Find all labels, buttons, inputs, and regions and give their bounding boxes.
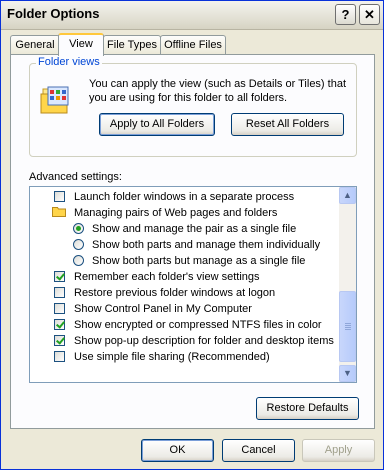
checkbox[interactable] xyxy=(54,319,65,330)
folder-views-icon xyxy=(40,86,69,114)
scroll-up-arrow-icon[interactable]: ▲ xyxy=(339,187,356,204)
restore-defaults-button[interactable]: Restore Defaults xyxy=(256,397,359,420)
tab-file-types[interactable]: File Types xyxy=(103,35,161,54)
checkbox[interactable] xyxy=(54,351,65,362)
radio-button[interactable] xyxy=(73,255,84,266)
window-title: Folder Options xyxy=(7,6,100,21)
help-button[interactable]: ? xyxy=(335,4,356,25)
list-item-label: Show Control Panel in My Computer xyxy=(74,303,252,315)
tab-view[interactable]: View xyxy=(58,33,104,56)
vertical-scrollbar[interactable]: ▲ ▼ xyxy=(339,187,356,382)
list-item-label: Show both parts but manage as a single f… xyxy=(92,255,306,267)
list-item-label: Show pop-up description for folder and d… xyxy=(74,335,334,347)
list-item-label: Managing pairs of Web pages and folders xyxy=(74,207,278,219)
apply-button[interactable]: Apply xyxy=(302,439,375,462)
reset-all-folders-button[interactable]: Reset All Folders xyxy=(231,113,344,136)
apply-to-all-folders-button[interactable]: Apply to All Folders xyxy=(99,113,215,136)
checkbox[interactable] xyxy=(54,271,65,282)
cancel-button[interactable]: Cancel xyxy=(222,439,295,462)
radio-button[interactable] xyxy=(73,239,84,250)
checkbox[interactable] xyxy=(54,335,65,346)
view-tab-panel: Folder views You can apply the view (suc… xyxy=(10,54,375,429)
folder-icon xyxy=(52,207,66,217)
folder-views-description: You can apply the view (such as Details … xyxy=(89,78,347,104)
list-item-label: Show and manage the pair as a single fil… xyxy=(92,223,297,235)
list-item-label: Use simple file sharing (Recommended) xyxy=(74,351,270,363)
advanced-settings-list[interactable]: Launch folder windows in a separate proc… xyxy=(29,186,357,383)
close-button[interactable]: ✕ xyxy=(359,4,380,25)
advanced-settings-label: Advanced settings: xyxy=(29,171,122,183)
grip-line xyxy=(345,329,351,330)
tab-general[interactable]: General xyxy=(10,35,60,54)
scrollbar-thumb[interactable] xyxy=(339,291,356,362)
list-item-label: Launch folder windows in a separate proc… xyxy=(74,191,295,203)
tab-offline-files[interactable]: Offline Files xyxy=(160,35,226,54)
checkbox[interactable] xyxy=(54,191,65,202)
list-item-label: Restore previous folder windows at logon xyxy=(74,287,276,299)
scroll-down-arrow-icon[interactable]: ▼ xyxy=(339,365,356,382)
title-bar[interactable]: Folder Options ? ✕ xyxy=(1,1,383,30)
list-item-label: Remember each folder's view settings xyxy=(74,271,260,283)
grip-line xyxy=(345,327,351,328)
list-item-label: Show encrypted or compressed NTFS files … xyxy=(74,319,322,331)
folder-options-dialog: Folder Options ? ✕ General View File Typ… xyxy=(0,0,384,470)
radio-button[interactable] xyxy=(73,223,84,234)
grip-line xyxy=(345,323,351,324)
grip-line xyxy=(345,325,351,326)
folder-views-group: Folder views You can apply the view (suc… xyxy=(29,56,357,157)
checkbox[interactable] xyxy=(54,287,65,298)
folder-views-label: Folder views xyxy=(36,56,102,68)
ok-button[interactable]: OK xyxy=(141,439,214,462)
checkbox[interactable] xyxy=(54,303,65,314)
list-item-label: Show both parts and manage them individu… xyxy=(92,239,321,251)
